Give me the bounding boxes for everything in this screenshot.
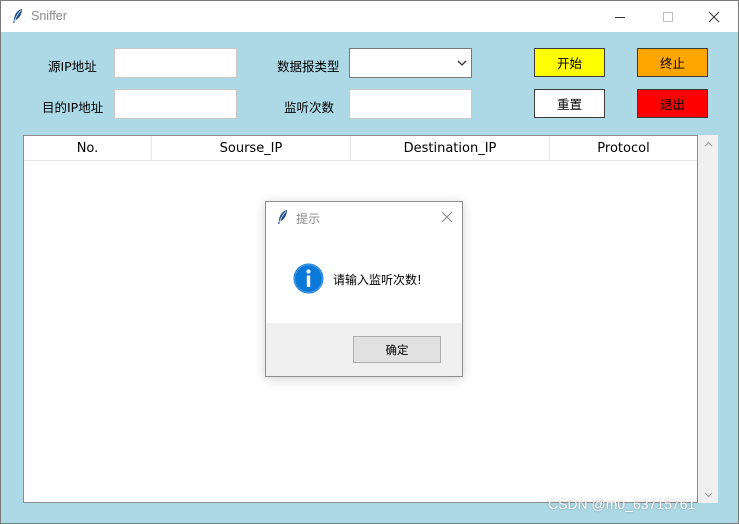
minimize-icon [615,16,625,18]
column-header-protocol[interactable]: Protocol [550,136,697,161]
src-ip-input[interactable] [114,48,237,78]
alert-dialog: 提示 请输入监听次数! 确定 [265,201,463,377]
watermark: CSDN @m0_63715761 [548,496,696,512]
dialog-close-button[interactable] [438,208,456,226]
ok-button[interactable]: 确定 [353,336,441,363]
dialog-message: 请输入监听次数! [333,273,422,287]
table-scrollbar[interactable] [698,135,718,503]
column-header-no[interactable]: No. [24,136,152,161]
column-header-destination-ip[interactable]: Destination_IP [351,136,550,161]
exit-button[interactable]: 退出 [637,89,708,118]
chevron-up-icon [704,141,712,146]
feather-icon [13,9,22,23]
table-header: No. Sourse_IP Destination_IP Protocol [24,136,697,161]
dialog-title: 提示 [296,212,321,226]
maximize-icon [663,11,673,22]
maximize-button[interactable] [645,1,691,32]
listen-count-input[interactable] [349,89,472,119]
src-ip-label: 源IP地址 [48,59,97,74]
stop-button[interactable]: 终止 [637,48,708,77]
close-button[interactable] [691,1,737,32]
sniffer-window: Sniffer 源IP地址 目的IP地址 数据报类型 监听次数 开始 终止 重置… [0,0,739,524]
window-title: Sniffer [31,9,67,23]
packet-type-label: 数据报类型 [277,59,340,74]
close-icon [441,211,453,223]
dst-ip-input[interactable] [114,89,237,119]
chevron-down-icon [457,60,467,66]
packet-type-select[interactable] [349,48,472,78]
dst-ip-label: 目的IP地址 [42,100,104,115]
scroll-up-button[interactable] [698,135,718,152]
reset-button[interactable]: 重置 [534,89,605,118]
start-button[interactable]: 开始 [534,48,605,77]
dialog-footer: 确定 [266,323,462,376]
column-header-source-ip[interactable]: Sourse_IP [152,136,351,161]
chevron-down-icon [704,492,712,497]
minimize-button[interactable] [597,1,643,32]
close-icon [708,11,720,22]
info-icon [293,263,324,294]
feather-icon [278,210,287,224]
scroll-down-button[interactable] [698,486,718,503]
listen-count-label: 监听次数 [284,100,335,115]
title-bar[interactable]: Sniffer [1,1,738,32]
